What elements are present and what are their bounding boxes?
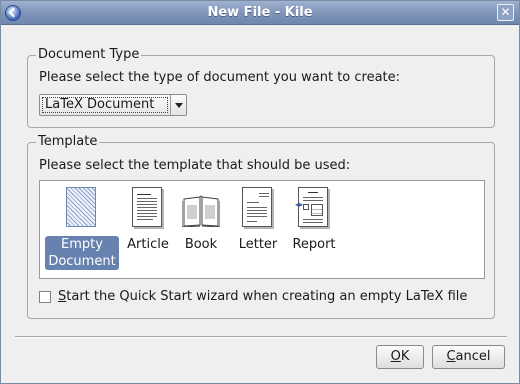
- template-item-letter[interactable]: Letter: [235, 187, 281, 253]
- cancel-label-rest: ancel: [455, 349, 491, 364]
- template-group: Template Please select the template that…: [27, 134, 495, 319]
- document-type-group-title: Document Type: [36, 47, 142, 62]
- chevron-down-icon[interactable]: [170, 95, 186, 115]
- empty-document-icon: [66, 187, 98, 231]
- quick-start-label[interactable]: Start the Quick Start wizard when creati…: [58, 289, 467, 304]
- template-prompt: Please select the template that should b…: [39, 158, 351, 173]
- close-button[interactable]: ✕: [497, 4, 514, 21]
- report-icon: ◂▸: [295, 187, 330, 231]
- template-item-book[interactable]: Book: [180, 187, 222, 253]
- quick-start-label-text: tart the Quick Start wizard when creatin…: [66, 289, 468, 304]
- template-group-title: Template: [36, 134, 100, 149]
- template-label-empty-document: Empty Document: [45, 236, 119, 270]
- new-file-dialog: New File - Kile ✕ Document Type Please s…: [0, 0, 520, 384]
- document-type-select[interactable]: LaTeX Document: [39, 94, 187, 116]
- document-type-prompt: Please select the type of document you w…: [39, 70, 401, 85]
- document-type-group: Document Type Please select the type of …: [27, 47, 495, 128]
- template-label-report: Report: [292, 237, 336, 252]
- template-label-article: Article: [127, 237, 169, 252]
- document-type-selected-value: LaTeX Document: [42, 97, 168, 113]
- cancel-mnemonic: C: [446, 349, 456, 364]
- template-item-empty-document[interactable]: Empty Document: [45, 187, 119, 270]
- close-icon: ✕: [500, 5, 511, 19]
- template-label-line2: Document: [48, 254, 116, 269]
- letter-icon: [242, 187, 274, 231]
- book-icon: [182, 187, 220, 231]
- window-title: New File - Kile: [207, 5, 313, 20]
- template-label-letter: Letter: [238, 237, 278, 252]
- template-item-article[interactable]: Article: [125, 187, 171, 253]
- button-separator: [15, 336, 507, 338]
- ok-label-rest: K: [400, 349, 410, 364]
- quick-start-checkbox[interactable]: [39, 291, 51, 303]
- ok-button[interactable]: OK: [376, 345, 424, 369]
- template-list[interactable]: Empty Document Article Book Letter ◂▸ Re…: [39, 180, 485, 279]
- article-icon: [132, 187, 164, 231]
- template-label-book: Book: [184, 237, 218, 252]
- title-bar[interactable]: New File - Kile ✕: [1, 1, 519, 25]
- cancel-button[interactable]: Cancel: [432, 345, 505, 369]
- template-item-report[interactable]: ◂▸ Report: [289, 187, 339, 253]
- template-label-line1: Empty: [61, 237, 103, 252]
- ok-mnemonic: O: [390, 349, 401, 364]
